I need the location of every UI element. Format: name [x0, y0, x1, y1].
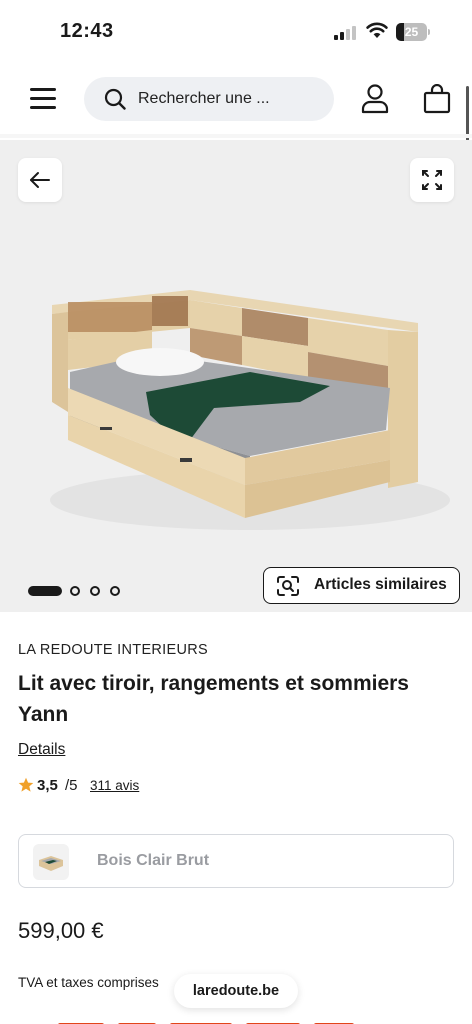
carousel-dot[interactable]: [110, 586, 120, 596]
battery-level: 25: [404, 25, 419, 39]
search-input[interactable]: Rechercher une ...: [84, 77, 334, 121]
status-time: 12:43: [60, 20, 114, 42]
tax-note: TVA et taxes comprises: [18, 975, 159, 990]
expand-icon: [422, 170, 442, 190]
details-link[interactable]: Details: [18, 741, 65, 759]
product-price: 599,00 €: [18, 918, 104, 943]
star-icon: [18, 777, 34, 792]
header-divider: [0, 134, 472, 138]
status-bar: 12:43 25: [0, 0, 472, 64]
product-title: Lit avec tiroir, rangements et sommiers …: [18, 672, 409, 726]
carousel-dot[interactable]: [90, 586, 100, 596]
product-brand[interactable]: LA REDOUTE INTERIEURS: [18, 642, 208, 658]
carousel-dot[interactable]: [70, 586, 80, 596]
reviews-link[interactable]: 311 avis: [90, 778, 139, 793]
browser-url-pill[interactable]: laredoute.be: [174, 974, 298, 1008]
fullscreen-button[interactable]: [410, 158, 454, 202]
back-button[interactable]: [18, 158, 62, 202]
variant-selector[interactable]: Bois Clair Brut: [18, 834, 454, 888]
user-icon[interactable]: [361, 84, 389, 114]
top-header: Rechercher une ...: [0, 64, 472, 134]
similar-items-label: Articles similaires: [314, 576, 447, 593]
carousel-dot-active[interactable]: [28, 586, 62, 596]
search-icon: [104, 88, 126, 110]
visual-search-icon: [277, 576, 299, 596]
product-image-carousel[interactable]: Articles similaires: [0, 140, 472, 612]
wifi-icon: [366, 22, 388, 38]
rating-max: /5: [65, 777, 78, 794]
menu-icon[interactable]: [30, 88, 56, 110]
rating-value: 3,5: [37, 777, 58, 794]
bag-icon[interactable]: [423, 84, 451, 114]
variant-name: Bois Clair Brut: [97, 852, 210, 869]
similar-items-button[interactable]: Articles similaires: [263, 567, 460, 604]
variant-thumbnail: [33, 844, 69, 880]
search-placeholder: Rechercher une ...: [138, 90, 270, 107]
product-image: [50, 290, 450, 530]
cellular-signal-icon: [334, 26, 360, 40]
cut-off-promo-text: [58, 1017, 398, 1024]
arrow-left-icon: [30, 172, 50, 188]
battery-indicator: 25: [396, 23, 430, 41]
